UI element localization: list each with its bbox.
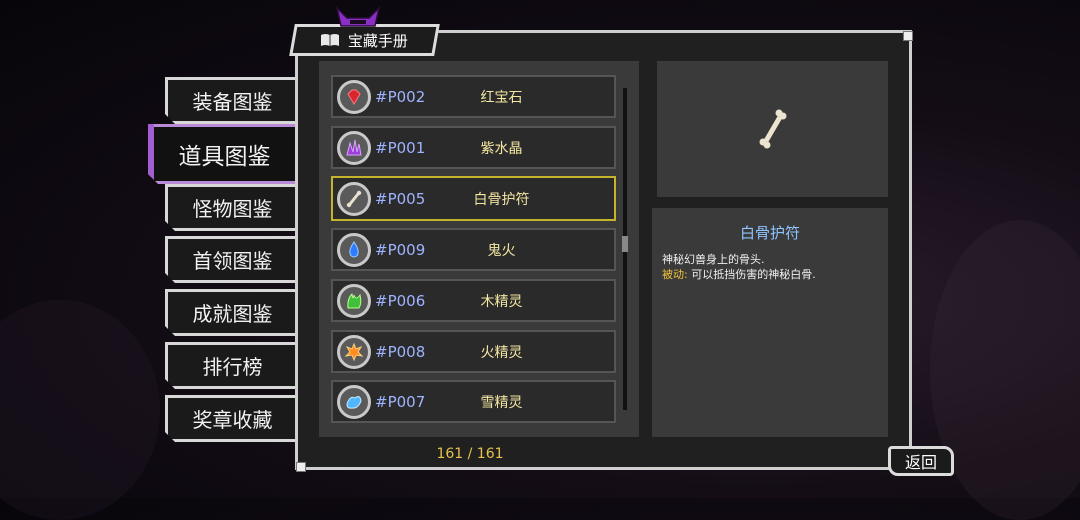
item-id: #P007 — [375, 392, 426, 411]
panel-corner — [296, 462, 306, 472]
item-id: #P002 — [375, 87, 426, 106]
tab-achievements[interactable]: 成就图鉴 — [165, 289, 297, 336]
tab-monsters[interactable]: 怪物图鉴 — [165, 184, 297, 231]
bone-icon — [337, 181, 371, 216]
item-description-panel: 白骨护符 神秘幻兽身上的骨头. 被动: 可以抵挡伤害的神秘白骨. — [652, 208, 888, 437]
item-id: #P005 — [375, 189, 426, 208]
fire-spirit-icon — [337, 334, 371, 369]
list-item[interactable]: #P008 火精灵 — [331, 330, 616, 373]
will-o-wisp-icon — [337, 232, 371, 267]
tab-leaderboard[interactable]: 排行榜 — [165, 342, 297, 389]
tab-medals[interactable]: 奖章收藏 — [165, 395, 297, 442]
back-button[interactable]: 返回 — [888, 446, 954, 476]
item-id: #P006 — [375, 291, 426, 310]
background-shape — [0, 300, 160, 520]
snow-spirit-icon — [337, 384, 371, 419]
panel-corner — [903, 31, 913, 41]
item-description: 神秘幻兽身上的骨头. — [662, 253, 765, 266]
item-name: 白骨护符 — [473, 191, 530, 208]
bone-icon — [759, 109, 786, 149]
item-name: 木精灵 — [480, 293, 523, 310]
item-name: 紫水晶 — [480, 140, 523, 157]
passive-text: 可以抵挡伤害的神秘白骨. — [687, 268, 816, 281]
list-item[interactable]: #P001 紫水晶 — [331, 126, 616, 169]
tab-equipment[interactable]: 装备图鉴 — [165, 77, 297, 124]
item-id: #P008 — [375, 342, 426, 361]
list-item[interactable]: #P007 雪精灵 — [331, 380, 616, 423]
horned-emblem-icon — [335, 6, 381, 27]
wood-spirit-icon — [337, 283, 371, 318]
item-name: 红宝石 — [480, 89, 523, 106]
item-detail-title: 白骨护符 — [739, 224, 800, 242]
item-id: #P001 — [375, 138, 426, 157]
item-preview — [657, 61, 888, 197]
window-title-text: 宝藏手册 — [348, 31, 409, 50]
item-name: 鬼火 — [487, 242, 516, 259]
list-item[interactable]: #P002 红宝石 — [331, 75, 616, 118]
collection-count: 161 / 161 — [436, 446, 504, 462]
item-id: #P009 — [375, 240, 426, 259]
passive-label: 被动: — [662, 268, 688, 281]
tab-items[interactable]: 道具图鉴 — [148, 124, 298, 184]
item-passive: 被动: 可以抵挡伤害的神秘白骨. — [662, 266, 816, 282]
book-icon — [321, 34, 340, 46]
ruby-icon — [337, 79, 371, 114]
list-item[interactable]: #P009 鬼火 — [331, 228, 616, 271]
list-item[interactable]: #P006 木精灵 — [331, 279, 616, 322]
list-item-selected[interactable]: #P005 白骨护符 — [331, 176, 616, 221]
scrollbar-thumb[interactable] — [622, 236, 628, 252]
item-name: 火精灵 — [480, 344, 523, 361]
tab-bosses[interactable]: 首领图鉴 — [165, 236, 297, 283]
amethyst-icon — [337, 130, 371, 165]
item-name: 雪精灵 — [480, 394, 523, 411]
